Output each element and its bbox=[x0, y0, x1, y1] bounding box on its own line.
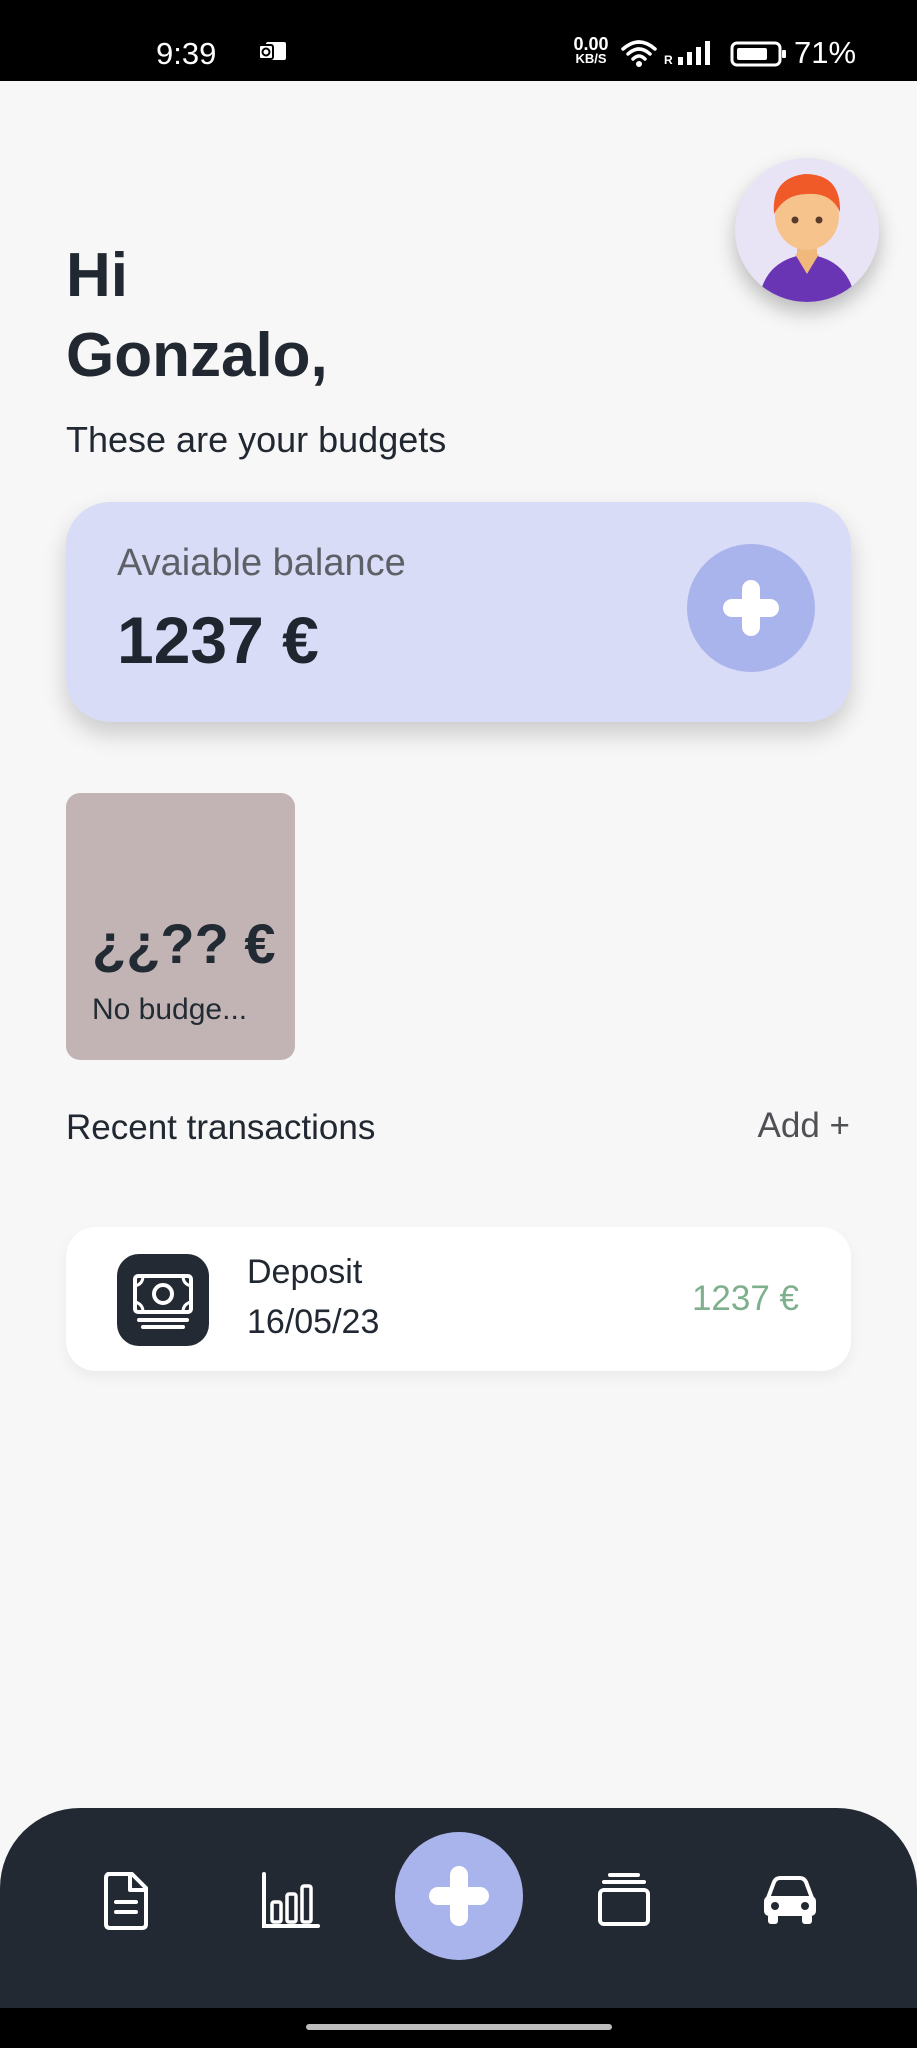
battery-icon bbox=[730, 40, 788, 68]
recent-transactions-title: Recent transactions bbox=[66, 1108, 376, 1147]
status-time: 9:39 bbox=[156, 36, 217, 71]
user-avatar[interactable] bbox=[735, 158, 879, 302]
budgets-subtitle: These are your budgets bbox=[66, 419, 447, 460]
car-icon[interactable] bbox=[758, 1868, 822, 1932]
signal-icon: R bbox=[664, 40, 718, 67]
budget-card[interactable]: ¿¿?? € No budge... bbox=[66, 793, 295, 1060]
balance-label: Avaiable balance bbox=[117, 542, 406, 584]
transaction-item[interactable]: Deposit 16/05/23 1237 € bbox=[66, 1227, 851, 1371]
transaction-date: 16/05/23 bbox=[247, 1303, 380, 1341]
status-bar: 9:39 0.00 KB/S R 71% bbox=[0, 0, 917, 81]
balance-amount: 1237 € bbox=[117, 603, 319, 677]
transaction-name: Deposit bbox=[247, 1253, 363, 1291]
network-speed-unit: KB/S bbox=[575, 51, 607, 66]
budget-amount: ¿¿?? € bbox=[92, 912, 276, 975]
transaction-amount: 1237 € bbox=[691, 1279, 799, 1318]
add-fab-button[interactable] bbox=[395, 1832, 523, 1960]
network-speed: 0.00 KB/S bbox=[568, 35, 614, 66]
bottom-navigation bbox=[0, 1808, 917, 2008]
plus-icon bbox=[723, 580, 779, 636]
balance-card[interactable]: Avaiable balance 1237 € bbox=[66, 502, 851, 722]
plus-icon bbox=[429, 1866, 489, 1926]
add-balance-button[interactable] bbox=[687, 544, 815, 672]
greeting-heading: Hi Gonzalo, bbox=[66, 236, 328, 396]
wifi-icon bbox=[620, 38, 658, 68]
add-transaction-button[interactable]: Add + bbox=[758, 1104, 850, 1148]
greeting-hi: Hi bbox=[66, 241, 128, 310]
greeting-name: Gonzalo, bbox=[66, 321, 328, 390]
budget-name: No budge... bbox=[92, 993, 248, 1026]
outlook-icon bbox=[258, 40, 288, 64]
battery-percent: 71% bbox=[794, 35, 857, 70]
wallet-icon[interactable] bbox=[592, 1868, 656, 1932]
roaming-indicator: R bbox=[664, 53, 673, 66]
money-icon bbox=[117, 1254, 209, 1346]
gesture-area bbox=[0, 2008, 917, 2048]
home-indicator[interactable] bbox=[306, 2024, 612, 2030]
document-icon[interactable] bbox=[94, 1868, 158, 1932]
bar-chart-icon[interactable] bbox=[258, 1868, 322, 1932]
